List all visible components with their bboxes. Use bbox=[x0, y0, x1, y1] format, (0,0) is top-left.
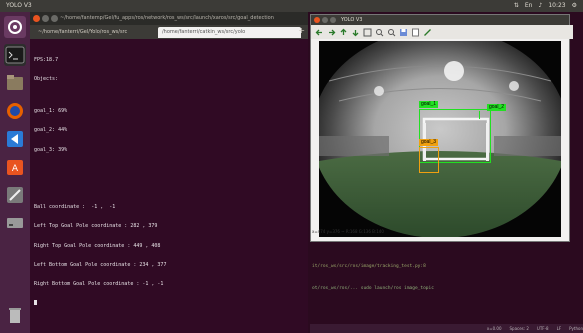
settings-gear-icon[interactable]: ⚙ bbox=[572, 0, 577, 12]
status-eol[interactable]: LF bbox=[557, 324, 562, 333]
properties-icon[interactable] bbox=[411, 28, 420, 37]
system-tray: ⇅ En ♪ 10:23 ⚙ bbox=[514, 0, 577, 12]
svg-text:A: A bbox=[12, 164, 19, 174]
detection-box-goal-2 bbox=[479, 111, 520, 119]
terminal-title: ~/home/fantemp/Gel/fu_apps/ros/network/r… bbox=[60, 15, 274, 21]
status-position[interactable]: x=0.00 bbox=[487, 324, 502, 333]
status-indent[interactable]: Spaces: 2 bbox=[509, 324, 528, 333]
lower-terminal[interactable]: it/ros_ws/src/ros/image/tracking_test.py… bbox=[310, 240, 583, 333]
top-panel: YOLO V3 ⇅ En ♪ 10:23 ⚙ bbox=[0, 0, 583, 12]
terminal-tab-1[interactable]: ~/home/fanterri/Gel/Yolo/ros_ws/src bbox=[34, 27, 160, 38]
terminal-app-icon[interactable] bbox=[4, 44, 26, 66]
terminal-line: Objects: bbox=[34, 76, 59, 83]
minimize-icon[interactable] bbox=[42, 15, 49, 22]
terminal-line: Right Bottom Goal Pole coordinate : -1 ,… bbox=[34, 281, 164, 288]
status-language[interactable]: Python bbox=[569, 324, 583, 333]
minimize-icon[interactable] bbox=[322, 17, 328, 23]
arrow-up-icon[interactable] bbox=[339, 28, 348, 37]
terminal-titlebar[interactable]: ~/home/fantemp/Gel/fu_apps/ros/network/r… bbox=[30, 12, 308, 25]
terminal-line: goal_1: 69% bbox=[34, 108, 68, 115]
close-icon[interactable] bbox=[314, 17, 320, 23]
status-encoding[interactable]: UTF-8 bbox=[537, 324, 549, 333]
terminal-tab-bar: ~/home/fanterri/Gel/Yolo/ros_ws/src /hom… bbox=[30, 25, 308, 39]
maximize-icon[interactable] bbox=[330, 17, 336, 23]
save-image-icon[interactable] bbox=[399, 28, 408, 37]
terminal-line: goal_3: 39% bbox=[34, 146, 68, 153]
arrow-left-icon[interactable] bbox=[315, 28, 324, 37]
terminal-tab-2[interactable]: /home/fanterri/catkin_ws/src/yolo bbox=[158, 27, 301, 38]
network-icon[interactable]: ⇅ bbox=[514, 0, 519, 12]
editor-status-bar: x=0.00 Spaces: 2 UTF-8 LF Python bbox=[310, 324, 583, 333]
keyboard-icon[interactable]: En bbox=[525, 0, 533, 12]
yolo-window[interactable]: YOLO V3 goal_1 goal_2 goal_3 bbox=[310, 14, 573, 242]
firefox-icon[interactable] bbox=[4, 100, 26, 122]
yolo-status-bar: x=474 y=376 ~ R:168 G:136 B:140 bbox=[312, 229, 384, 234]
terminal-cursor bbox=[34, 300, 37, 306]
detection-label-goal-3: goal_3 bbox=[419, 139, 439, 146]
terminal-line: Ball coordinate : -1 , -1 bbox=[34, 204, 116, 211]
yolo-window-title: YOLO V3 bbox=[341, 17, 363, 23]
yolo-titlebar[interactable]: YOLO V3 bbox=[311, 15, 569, 25]
arrow-down-icon[interactable] bbox=[351, 28, 360, 37]
camera-view: goal_1 goal_2 goal_3 bbox=[319, 41, 561, 237]
settings-tool-icon[interactable] bbox=[4, 184, 26, 206]
clock[interactable]: 10:23 bbox=[548, 0, 565, 12]
terminal-window[interactable]: ~/home/fantemp/Gel/fu_apps/ros/network/r… bbox=[30, 12, 308, 333]
arrow-right-icon[interactable] bbox=[327, 28, 336, 37]
files-app-icon[interactable] bbox=[4, 72, 26, 94]
terminal-prompt[interactable] bbox=[34, 300, 304, 306]
edit-icon[interactable] bbox=[423, 28, 432, 37]
zoom-area-icon[interactable] bbox=[363, 28, 372, 37]
drive-icon[interactable] bbox=[4, 212, 26, 234]
close-icon[interactable] bbox=[33, 15, 40, 22]
new-tab-icon[interactable]: + bbox=[298, 26, 305, 35]
terminal-line: Left Bottom Goal Pole coordinate : 234 ,… bbox=[34, 261, 167, 268]
detection-box-goal-3 bbox=[419, 147, 439, 173]
terminal-line: goal_2: 44% bbox=[34, 127, 68, 134]
terminal-output[interactable]: FPS:18.7 Objects: goal_1: 69% goal_2: 44… bbox=[34, 44, 304, 319]
image-toolbar bbox=[311, 25, 573, 39]
trash-icon[interactable] bbox=[4, 304, 26, 326]
vscode-icon[interactable] bbox=[4, 128, 26, 150]
detection-label-goal-2: goal_2 bbox=[487, 104, 507, 111]
terminal-line: Right Top Goal Pole coordinate : 449 , 4… bbox=[34, 242, 161, 249]
dash-home-icon[interactable] bbox=[4, 16, 26, 38]
lower-terminal-line: ot/ros_ws/ros/... sudo launch/ros image_… bbox=[312, 286, 434, 291]
detection-label-goal-1: goal_1 bbox=[419, 101, 439, 108]
launcher: A bbox=[0, 12, 31, 333]
zoom-out-icon[interactable] bbox=[387, 28, 396, 37]
terminal-line: FPS:18.7 bbox=[34, 56, 59, 63]
lower-terminal-line: it/ros_ws/src/ros/image/tracking_test.py… bbox=[312, 264, 426, 269]
maximize-icon[interactable] bbox=[51, 15, 58, 22]
terminal-line: Left Top Goal Pole coordinate : 282 , 37… bbox=[34, 223, 158, 230]
zoom-in-icon[interactable] bbox=[375, 28, 384, 37]
active-app-title: YOLO V3 bbox=[6, 2, 32, 9]
software-center-icon[interactable]: A bbox=[4, 156, 26, 178]
volume-icon[interactable]: ♪ bbox=[538, 0, 542, 12]
